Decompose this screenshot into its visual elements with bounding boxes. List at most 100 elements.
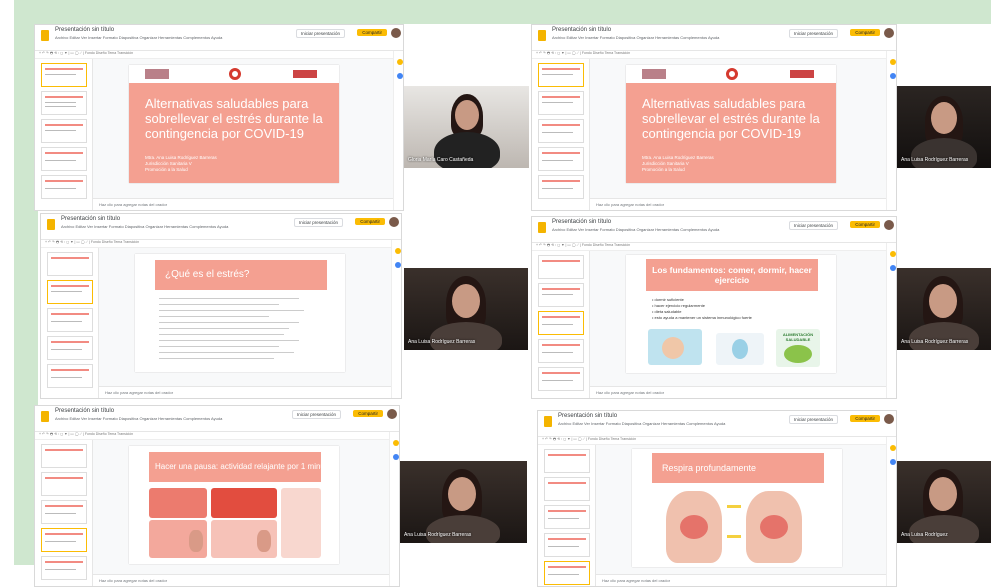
keep-icon[interactable] bbox=[397, 59, 403, 65]
thumbnail-4[interactable] bbox=[41, 528, 87, 552]
account-avatar[interactable] bbox=[884, 220, 894, 230]
speaker-notes[interactable]: Haz clic para agregar notas del orador bbox=[93, 198, 393, 210]
meeting-tile-3: Presentación sin título Archivo Editar V… bbox=[40, 213, 402, 399]
tasks-icon[interactable] bbox=[393, 454, 399, 460]
health-logo bbox=[229, 68, 241, 80]
thumbnail-2[interactable] bbox=[47, 280, 93, 304]
thumbnail-5[interactable] bbox=[538, 175, 584, 199]
slide-bullets bbox=[159, 296, 309, 362]
menu-bar[interactable]: Archivo Editar Ver Insertar Formato Diap… bbox=[558, 421, 725, 426]
thumbnail-3[interactable] bbox=[544, 505, 590, 529]
thumbnail-1[interactable] bbox=[538, 63, 584, 87]
menu-bar[interactable]: Archivo Editar Ver Insertar Formato Diap… bbox=[552, 35, 719, 40]
account-avatar[interactable] bbox=[884, 28, 894, 38]
slide-title: Respira profundamente bbox=[662, 463, 757, 473]
share-button[interactable]: Compartir bbox=[850, 221, 880, 228]
slides-logo-icon bbox=[538, 222, 546, 233]
tasks-icon[interactable] bbox=[890, 73, 896, 79]
doc-title[interactable]: Presentación sin título bbox=[55, 27, 114, 33]
tasks-icon[interactable] bbox=[890, 265, 896, 271]
speaker-notes[interactable]: Haz clic para agregar notas del orador bbox=[590, 386, 886, 398]
participant-video-6: Ana Luisa Rodríguez bbox=[897, 461, 991, 543]
thumbnail-4[interactable] bbox=[41, 147, 87, 171]
doc-title[interactable]: Presentación sin título bbox=[552, 27, 611, 33]
menu-bar[interactable]: Archivo Editar Ver Insertar Formato Diap… bbox=[55, 416, 222, 421]
doc-title[interactable]: Presentación sin título bbox=[552, 219, 611, 225]
speaker-notes[interactable]: Haz clic para agregar notas del orador bbox=[596, 574, 886, 586]
toolbar[interactable]: + ↶ ↷ 🖶 ⟲ ▫ ◻ ▼ | ▭ ◯ ⟋ | Fondo Diseño T… bbox=[41, 240, 401, 248]
thumbnail-5[interactable] bbox=[41, 556, 87, 580]
toolbar[interactable]: + ↶ ↷ 🖶 ⟲ ▫ ◻ ▼ | ▭ ◯ ⟋ | Fondo Diseño T… bbox=[532, 51, 896, 59]
thumbnail-3[interactable] bbox=[47, 308, 93, 332]
thumbnail-5[interactable] bbox=[41, 175, 87, 199]
account-avatar[interactable] bbox=[389, 217, 399, 227]
share-button[interactable]: Compartir bbox=[850, 415, 880, 422]
thumbnail-5[interactable] bbox=[544, 561, 590, 585]
thumbnail-4[interactable] bbox=[544, 533, 590, 557]
slide[interactable]: Alternativas saludables para sobrellevar… bbox=[626, 65, 836, 183]
doc-title[interactable]: Presentación sin título bbox=[61, 216, 120, 222]
share-button[interactable]: Compartir bbox=[355, 218, 385, 225]
present-button[interactable]: Iniciar presentación bbox=[295, 29, 345, 38]
speaker-notes[interactable]: Haz clic para agregar notas del orador bbox=[93, 574, 389, 586]
thumbnail-1[interactable] bbox=[41, 444, 87, 468]
present-button[interactable]: Iniciar presentación bbox=[788, 221, 838, 230]
thumbnail-4[interactable] bbox=[538, 147, 584, 171]
toolbar[interactable]: + ↶ ↷ 🖶 ⟲ ▫ ◻ ▼ | ▭ ◯ ⟋ | Fondo Diseño T… bbox=[35, 51, 403, 59]
keep-icon[interactable] bbox=[890, 251, 896, 257]
tasks-icon[interactable] bbox=[890, 459, 896, 465]
thumbnail-2[interactable] bbox=[538, 283, 584, 307]
thumbnail-4[interactable] bbox=[538, 339, 584, 363]
side-panel bbox=[886, 51, 896, 210]
present-button[interactable]: Iniciar presentación bbox=[293, 218, 343, 227]
share-button[interactable]: Compartir bbox=[850, 29, 880, 36]
slide[interactable]: Hacer una pausa: actividad relajante por… bbox=[129, 446, 339, 564]
present-button[interactable]: Iniciar presentación bbox=[291, 410, 341, 419]
menu-bar[interactable]: Archivo Editar Ver Insertar Formato Diap… bbox=[61, 224, 228, 229]
account-avatar[interactable] bbox=[884, 414, 894, 424]
thumbnail-2[interactable] bbox=[41, 91, 87, 115]
doc-title[interactable]: Presentación sin título bbox=[55, 408, 114, 414]
toolbar[interactable]: + ↶ ↷ 🖶 ⟲ ▫ ◻ ▼ | ▭ ◯ ⟋ | Fondo Diseño T… bbox=[532, 243, 896, 251]
keep-icon[interactable] bbox=[395, 248, 401, 254]
menu-bar[interactable]: Archivo Editar Ver Insertar Formato Diap… bbox=[552, 227, 719, 232]
present-button[interactable]: Iniciar presentación bbox=[788, 415, 838, 424]
account-avatar[interactable] bbox=[387, 409, 397, 419]
thumbnail-3[interactable] bbox=[41, 119, 87, 143]
speaker-notes[interactable]: Haz clic para agregar notas del orador bbox=[590, 198, 886, 210]
gov-logo bbox=[145, 69, 169, 79]
share-button[interactable]: Compartir bbox=[357, 29, 387, 36]
thumbnail-2[interactable] bbox=[41, 472, 87, 496]
thumbnail-1[interactable] bbox=[544, 449, 590, 473]
account-avatar[interactable] bbox=[391, 28, 401, 38]
thumbnail-2[interactable] bbox=[544, 477, 590, 501]
thumbnail-5[interactable] bbox=[538, 367, 584, 391]
slide[interactable]: Los fundamentos: comer, dormir, hacer ej… bbox=[626, 255, 836, 373]
keep-icon[interactable] bbox=[393, 440, 399, 446]
tasks-icon[interactable] bbox=[397, 73, 403, 79]
thumbnail-3[interactable] bbox=[41, 500, 87, 524]
keep-icon[interactable] bbox=[890, 59, 896, 65]
toolbar[interactable]: + ↶ ↷ 🖶 ⟲ ▫ ◻ ▼ | ▭ ◯ ⟋ | Fondo Diseño T… bbox=[35, 432, 399, 440]
slide[interactable]: Respira profundamente bbox=[632, 449, 842, 567]
thumbnail-1[interactable] bbox=[41, 63, 87, 87]
thumbnail-3[interactable] bbox=[538, 119, 584, 143]
thumbnail-5[interactable] bbox=[47, 364, 93, 388]
keep-icon[interactable] bbox=[890, 445, 896, 451]
present-button[interactable]: Iniciar presentación bbox=[788, 29, 838, 38]
thumbnail-3[interactable] bbox=[538, 311, 584, 335]
tasks-icon[interactable] bbox=[395, 262, 401, 268]
slide[interactable]: ¿Qué es el estrés? bbox=[135, 254, 345, 372]
thumbnail-1[interactable] bbox=[47, 252, 93, 276]
thumbnail-4[interactable] bbox=[47, 336, 93, 360]
thumbnail-1[interactable] bbox=[538, 255, 584, 279]
participant-name: Ana Luisa Rodríguez Barreras bbox=[408, 339, 476, 345]
exhale-arrow bbox=[727, 535, 741, 538]
speaker-notes[interactable]: Haz clic para agregar notas del orador bbox=[99, 386, 391, 398]
share-button[interactable]: Compartir bbox=[353, 410, 383, 417]
slide[interactable]: Alternativas saludables para sobrellevar… bbox=[129, 65, 339, 183]
thumbnail-2[interactable] bbox=[538, 91, 584, 115]
toolbar[interactable]: + ↶ ↷ 🖶 ⟲ ▫ ◻ ▼ | ▭ ◯ ⟋ | Fondo Diseño T… bbox=[538, 437, 896, 445]
doc-title[interactable]: Presentación sin título bbox=[558, 413, 617, 419]
menu-bar[interactable]: Archivo Editar Ver Insertar Formato Diap… bbox=[55, 35, 222, 40]
